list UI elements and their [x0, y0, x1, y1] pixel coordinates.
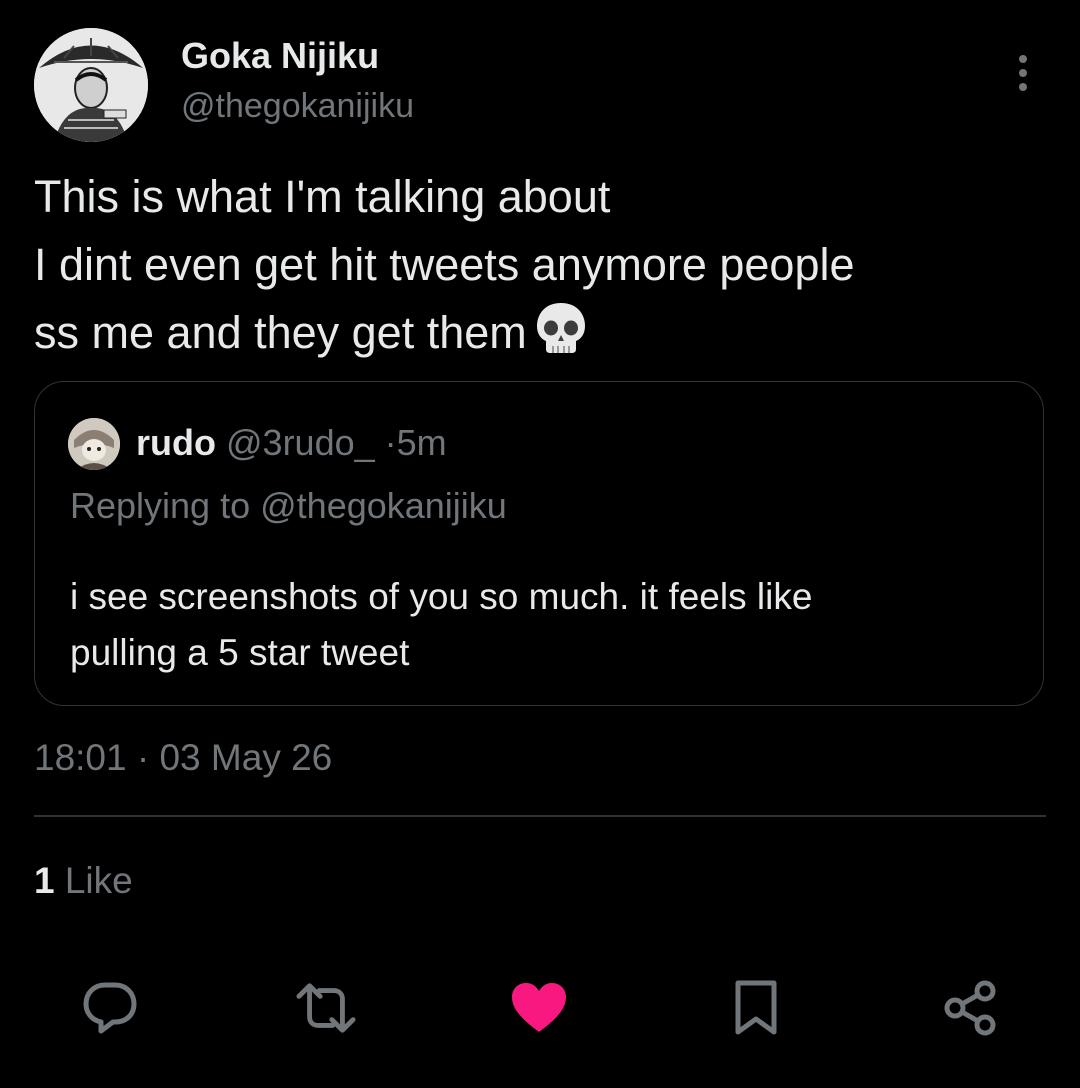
- quoted-author-handle[interactable]: @3rudo_: [226, 422, 375, 463]
- author-display-name[interactable]: Goka Nijiku: [181, 34, 379, 78]
- author-handle[interactable]: @thegokanijiku: [181, 84, 414, 128]
- tweet-text-line-content: ss me and they get them: [34, 307, 527, 358]
- tweet-text: This is what I'm talking about I dint ev…: [34, 163, 1044, 367]
- quoted-tweet-header: rudo @3rudo_ ·5m: [136, 420, 447, 466]
- replying-to-line: Replying to @thegokanijiku: [70, 483, 507, 529]
- timestamp-separator: ·: [136, 737, 150, 778]
- reply-icon: [83, 982, 137, 1034]
- more-vertical-icon: [1019, 55, 1027, 91]
- tweet-timestamp[interactable]: 18:01 · 03 May 26: [34, 735, 332, 781]
- heart-icon: [512, 983, 566, 1032]
- tweet-text-line: ss me and they get them: [34, 299, 1044, 367]
- like-count-value: 1: [34, 860, 55, 901]
- quoted-tweet-card[interactable]: rudo @3rudo_ ·5m Replying to @thegokanij…: [34, 381, 1044, 706]
- quoted-separator: ·: [384, 422, 397, 463]
- like-button[interactable]: [509, 978, 569, 1038]
- tweet-text-line: This is what I'm talking about: [34, 171, 611, 222]
- skull-emoji-icon: [536, 303, 585, 353]
- quoted-author-avatar[interactable]: [68, 418, 120, 470]
- reply-button[interactable]: [80, 978, 140, 1038]
- author-avatar[interactable]: [34, 28, 148, 142]
- retweet-button[interactable]: [296, 978, 356, 1038]
- retweet-icon: [296, 983, 356, 1033]
- tweet-detail: Goka Nijiku @thegokanijiku This is what …: [0, 0, 1080, 1088]
- bookmark-button[interactable]: [726, 978, 786, 1038]
- tweet-date: 03 May 26: [159, 737, 333, 778]
- share-button[interactable]: [940, 978, 1000, 1038]
- quoted-timestamp[interactable]: 5m: [397, 422, 447, 463]
- divider: [34, 815, 1046, 817]
- replying-to-mention[interactable]: @thegokanijiku: [260, 485, 507, 526]
- more-options-button[interactable]: [1000, 46, 1046, 100]
- bookmark-icon: [735, 980, 777, 1035]
- quoted-author-display-name[interactable]: rudo: [136, 422, 216, 463]
- quoted-text-line: pulling a 5 star tweet: [70, 632, 410, 673]
- share-icon: [944, 980, 996, 1036]
- tweet-time: 18:01: [34, 737, 127, 778]
- quoted-text-line: i see screenshots of you so much. it fee…: [70, 576, 813, 617]
- like-count-label: Like: [64, 860, 133, 901]
- tweet-text-line: I dint even get hit tweets anymore peopl…: [34, 239, 855, 290]
- quoted-tweet-text: i see screenshots of you so much. it fee…: [70, 569, 1010, 681]
- replying-to-prefix: Replying to: [70, 485, 251, 526]
- author-avatar-image: [34, 28, 148, 142]
- likes-count[interactable]: 1 Like: [34, 858, 133, 904]
- quoted-author-avatar-image: [68, 418, 120, 470]
